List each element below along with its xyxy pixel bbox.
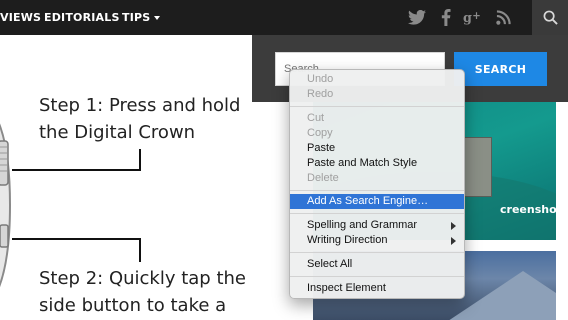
facebook-icon[interactable] [431,0,461,35]
menu-item-inspect-element[interactable]: Inspect Element [290,281,464,296]
menu-item-add-search-engine[interactable]: Add As Search Engine… [290,194,464,209]
watch-illustration [0,123,12,288]
menu-separator [290,106,464,107]
leader-line [12,238,141,240]
folder-image [462,137,492,197]
menu-item-writing-direction[interactable]: Writing Direction [290,233,464,248]
google-plus-icon[interactable]: g + [459,0,489,35]
chevron-down-icon [154,16,160,20]
step-1-line-2: the Digital Crown [39,122,196,143]
menu-item-undo[interactable]: Undo [290,72,464,87]
step-2-line-1: Step 2: Quickly tap the [39,268,246,289]
menu-separator [290,252,464,253]
menu-separator [290,213,464,214]
nav-item-views[interactable]: VIEWS [0,11,41,24]
leader-line [139,149,141,171]
menu-item-label: Writing Direction [307,234,388,246]
nav-item-editorials[interactable]: EDITORIALS [44,11,120,24]
thumbnail-caption[interactable]: creenshot [500,203,562,216]
menu-separator [290,190,464,191]
step-1-text: Step 1: Press and hold the Digital Crown [39,92,240,146]
menu-item-select-all[interactable]: Select All [290,257,464,272]
menu-item-spelling-grammar[interactable]: Spelling and Grammar [290,218,464,233]
menu-item-label: Spelling and Grammar [307,219,418,231]
svg-text:+: + [472,10,481,21]
search-icon[interactable] [532,0,568,35]
submenu-arrow-icon [451,222,456,230]
svg-text:g: g [463,10,472,25]
context-menu: Undo Redo Cut Copy Paste Paste and Match… [289,69,465,299]
menu-item-copy[interactable]: Copy [290,126,464,141]
search-button[interactable]: SEARCH [454,52,547,86]
twitter-icon[interactable] [402,0,432,35]
step-2-text: Step 2: Quickly tap the side button to t… [39,265,246,319]
submenu-arrow-icon [451,237,456,245]
nav-item-tips[interactable]: TIPS [122,11,150,24]
menu-item-paste[interactable]: Paste [290,141,464,156]
leader-line [12,169,141,171]
step-2-line-2: side button to take a [39,295,227,316]
step-1-line-1: Step 1: Press and hold [39,95,241,116]
menu-item-cut[interactable]: Cut [290,111,464,126]
leader-line [139,238,141,262]
rss-icon[interactable] [488,0,518,35]
menu-item-delete[interactable]: Delete [290,171,464,186]
menu-item-paste-match-style[interactable]: Paste and Match Style [290,156,464,171]
menu-separator [290,276,464,277]
top-nav: VIEWS EDITORIALS TIPS g + [0,0,568,35]
menu-item-redo[interactable]: Redo [290,87,464,102]
